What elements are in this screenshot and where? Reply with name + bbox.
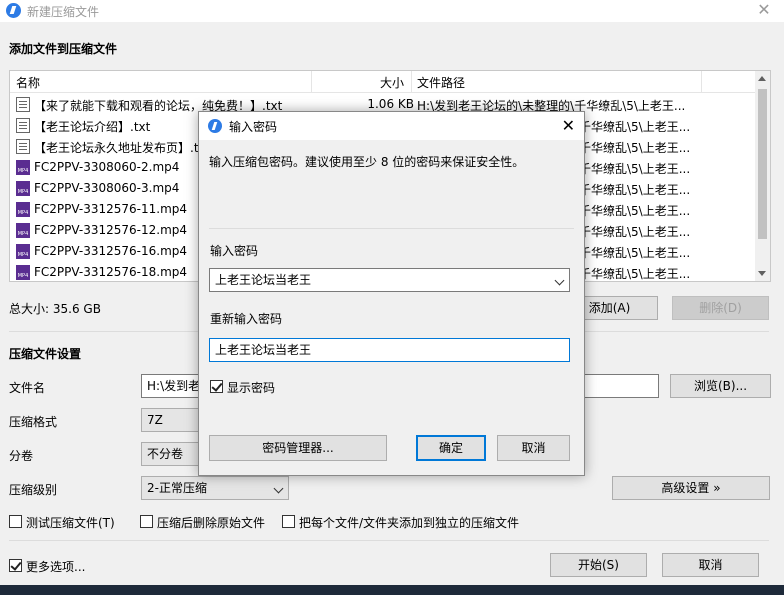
filename-label: 文件名 — [9, 381, 46, 395]
scroll-down-icon[interactable] — [758, 271, 766, 276]
dialog-title: 输入密码 — [229, 120, 278, 134]
more-options-label[interactable]: 更多选项... — [26, 558, 85, 575]
file-path: 千华缭乱\5\上老王... — [579, 120, 691, 134]
split-value: 不分卷 — [147, 447, 184, 461]
file-list-header: 名称 大小 文件路径 — [10, 71, 755, 93]
app-icon — [6, 3, 21, 18]
column-path[interactable]: 文件路径 — [417, 74, 465, 91]
divider — [209, 228, 574, 229]
file-path: 千华缭乱\5\上老王... — [579, 141, 691, 155]
enter-password-label: 输入密码 — [210, 244, 259, 258]
file-name: FC2PPV-3308060-3.mp4 — [34, 181, 180, 195]
divider — [9, 540, 769, 541]
chevron-down-icon — [273, 483, 284, 494]
file-path: 千华缭乱\5\上老王... — [579, 246, 691, 260]
scroll-up-icon[interactable] — [758, 76, 766, 81]
taskbar-strip — [0, 585, 784, 595]
total-size: 总大小: 35.6 GB — [9, 302, 101, 316]
format-value: 7Z — [147, 413, 163, 427]
password-manager-button[interactable]: 密码管理器... — [209, 435, 387, 461]
file-name: 【老王论坛永久地址发布页】.txt — [34, 141, 211, 155]
separate-archives-checkbox[interactable] — [282, 515, 295, 528]
reenter-password-label: 重新输入密码 — [210, 312, 283, 326]
file-path: 千华缭乱\5\上老王... — [579, 204, 691, 218]
column-separator — [701, 71, 702, 92]
delete-button[interactable]: 删除(D) — [672, 296, 769, 320]
dialog-title-bar: 输入密码 ✕ — [199, 112, 584, 140]
reenter-password-input[interactable]: 上老王论坛当老王 — [209, 338, 570, 362]
start-button[interactable]: 开始(S) — [550, 553, 647, 577]
show-password-checkbox[interactable] — [210, 380, 223, 393]
file-name: FC2PPV-3312576-12.mp4 — [34, 223, 188, 237]
test-archive-checkbox[interactable] — [9, 515, 22, 528]
file-name: 【老王论坛介绍】.txt — [34, 120, 151, 134]
file-path: 千华缭乱\5\上老王... — [579, 183, 691, 197]
file-name: FC2PPV-3312576-18.mp4 — [34, 265, 188, 279]
password-dialog: 输入密码 ✕ 输入压缩包密码。建议使用至少 8 位的密码来保证安全性。 输入密码… — [198, 111, 585, 476]
separate-archives-label[interactable]: 把每个文件/文件夹添加到独立的压缩文件 — [299, 514, 519, 531]
column-size[interactable]: 大小 — [380, 74, 404, 91]
advanced-settings-button[interactable]: 高级设置 » — [612, 476, 770, 500]
window-title: 新建压缩文件 — [27, 5, 100, 19]
text-file-icon — [16, 118, 30, 133]
column-name[interactable]: 名称 — [16, 74, 40, 91]
window-close-button[interactable]: ✕ — [744, 0, 784, 22]
file-name: FC2PPV-3312576-11.mp4 — [34, 202, 188, 216]
test-archive-label[interactable]: 测试压缩文件(T) — [26, 514, 115, 531]
file-path: 千华缭乱\5\上老王... — [579, 267, 691, 281]
chevron-down-icon[interactable] — [554, 275, 565, 286]
enter-password-value: 上老王论坛当老王 — [215, 273, 312, 287]
browse-button[interactable]: 浏览(B)... — [670, 374, 771, 398]
column-separator — [411, 71, 412, 92]
add-files-heading: 添加文件到压缩文件 — [9, 42, 118, 56]
file-list-scrollbar[interactable] — [755, 71, 770, 281]
split-label: 分卷 — [9, 449, 34, 463]
video-file-icon: MP4 — [16, 223, 30, 238]
text-file-icon — [16, 139, 30, 154]
column-separator — [311, 71, 312, 92]
delete-original-checkbox[interactable] — [140, 515, 153, 528]
file-path: 千华缭乱\5\上老王... — [579, 225, 691, 239]
dialog-hint: 输入压缩包密码。建议使用至少 8 位的密码来保证安全性。 — [209, 155, 525, 169]
title-bar: 新建压缩文件 ✕ — [0, 0, 784, 22]
more-options-checkbox[interactable] — [9, 559, 22, 572]
scrollbar-thumb[interactable] — [758, 89, 767, 239]
level-label: 压缩级别 — [9, 483, 58, 497]
level-select[interactable]: 2-正常压缩 — [141, 476, 289, 500]
format-label: 压缩格式 — [9, 415, 58, 429]
enter-password-input[interactable]: 上老王论坛当老王 — [209, 268, 570, 292]
video-file-icon: MP4 — [16, 244, 30, 259]
video-file-icon: MP4 — [16, 181, 30, 196]
video-file-icon: MP4 — [16, 265, 30, 280]
video-file-icon: MP4 — [16, 202, 30, 217]
file-path: 千华缭乱\5\上老王... — [579, 162, 691, 176]
settings-heading: 压缩文件设置 — [9, 347, 82, 361]
text-file-icon — [16, 97, 30, 112]
dialog-cancel-button[interactable]: 取消 — [497, 435, 570, 461]
level-value: 2-正常压缩 — [147, 481, 207, 495]
show-password-label[interactable]: 显示密码 — [227, 379, 275, 396]
dialog-close-button[interactable]: ✕ — [562, 116, 575, 135]
ok-button[interactable]: 确定 — [416, 435, 486, 461]
video-file-icon: MP4 — [16, 160, 30, 175]
file-name: FC2PPV-3308060-2.mp4 — [34, 160, 180, 174]
delete-original-label[interactable]: 压缩后删除原始文件 — [157, 514, 265, 531]
file-name: FC2PPV-3312576-16.mp4 — [34, 244, 188, 258]
cancel-button[interactable]: 取消 — [662, 553, 759, 577]
file-size: 1.06 KB — [367, 97, 414, 111]
app-icon — [208, 119, 222, 133]
